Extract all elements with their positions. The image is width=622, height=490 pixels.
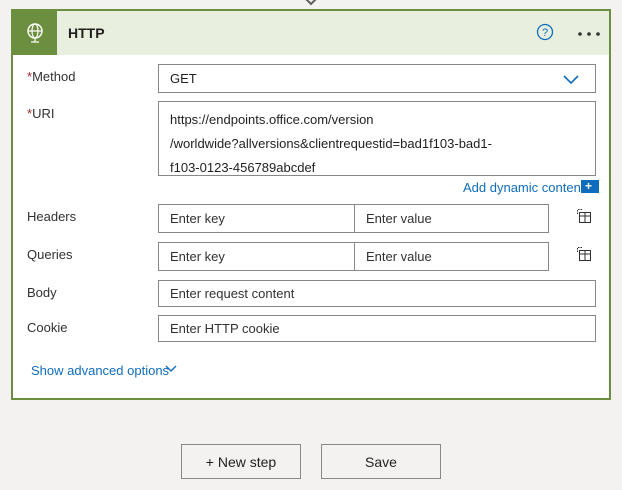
uri-label: *URI	[27, 106, 54, 121]
globe-icon	[27, 23, 43, 43]
queries-key-placeholder: Enter key	[170, 249, 225, 264]
method-value: GET	[170, 71, 197, 86]
switch-to-text-mode-icon[interactable]	[576, 208, 592, 224]
uri-line: f103-0123-456789abcdef	[170, 160, 316, 175]
headers-value-placeholder: Enter value	[366, 211, 432, 226]
add-dynamic-content-link[interactable]: Add dynamic content	[463, 180, 584, 195]
uri-input[interactable]: https://endpoints.office.com/version /wo…	[158, 101, 596, 176]
switch-to-text-mode-icon[interactable]	[576, 246, 592, 262]
queries-key-input[interactable]: Enter key	[158, 242, 355, 271]
connector-arrow-icon	[305, 0, 317, 6]
queries-value-input[interactable]: Enter value	[354, 242, 549, 271]
cookie-label: Cookie	[27, 320, 68, 335]
card-title: HTTP	[68, 25, 105, 41]
more-options-icon[interactable]	[577, 31, 601, 37]
method-label-text: Method	[32, 69, 76, 84]
dynamic-content-bar	[596, 180, 599, 193]
body-input[interactable]: Enter request content	[158, 280, 596, 307]
uri-line: /worldwide?allversions&clientrequestid=b…	[170, 136, 492, 151]
cookie-placeholder: Enter HTTP cookie	[170, 321, 280, 336]
help-icon[interactable]: ?	[536, 23, 554, 41]
http-connector-icon-box	[13, 11, 57, 55]
body-placeholder: Enter request content	[170, 286, 295, 301]
uri-line: https://endpoints.office.com/version	[170, 112, 374, 127]
body-label: Body	[27, 285, 57, 300]
headers-label: Headers	[27, 209, 77, 224]
queries-label: Queries	[27, 247, 73, 262]
uri-label-text: URI	[32, 106, 55, 121]
save-button[interactable]: Save	[321, 444, 441, 479]
headers-value-input[interactable]: Enter value	[354, 204, 549, 233]
headers-key-input[interactable]: Enter key	[158, 204, 355, 233]
new-step-button[interactable]: + New step	[181, 444, 301, 479]
method-label: *Method	[27, 69, 75, 84]
headers-key-placeholder: Enter key	[170, 211, 225, 226]
queries-value-placeholder: Enter value	[366, 249, 432, 264]
chevron-down-icon[interactable]	[563, 75, 579, 84]
add-dynamic-content-plus-icon[interactable]: +	[581, 180, 596, 193]
cookie-input[interactable]: Enter HTTP cookie	[158, 315, 596, 342]
show-advanced-options-link[interactable]: Show advanced options	[31, 363, 169, 378]
method-dropdown[interactable]: GET	[158, 64, 596, 93]
chevron-down-icon[interactable]	[165, 365, 177, 373]
svg-text:?: ?	[542, 27, 548, 39]
http-action-card: HTTP ? *Method GET *URI https://endpoint…	[11, 9, 611, 400]
card-header[interactable]: HTTP ?	[13, 11, 609, 55]
